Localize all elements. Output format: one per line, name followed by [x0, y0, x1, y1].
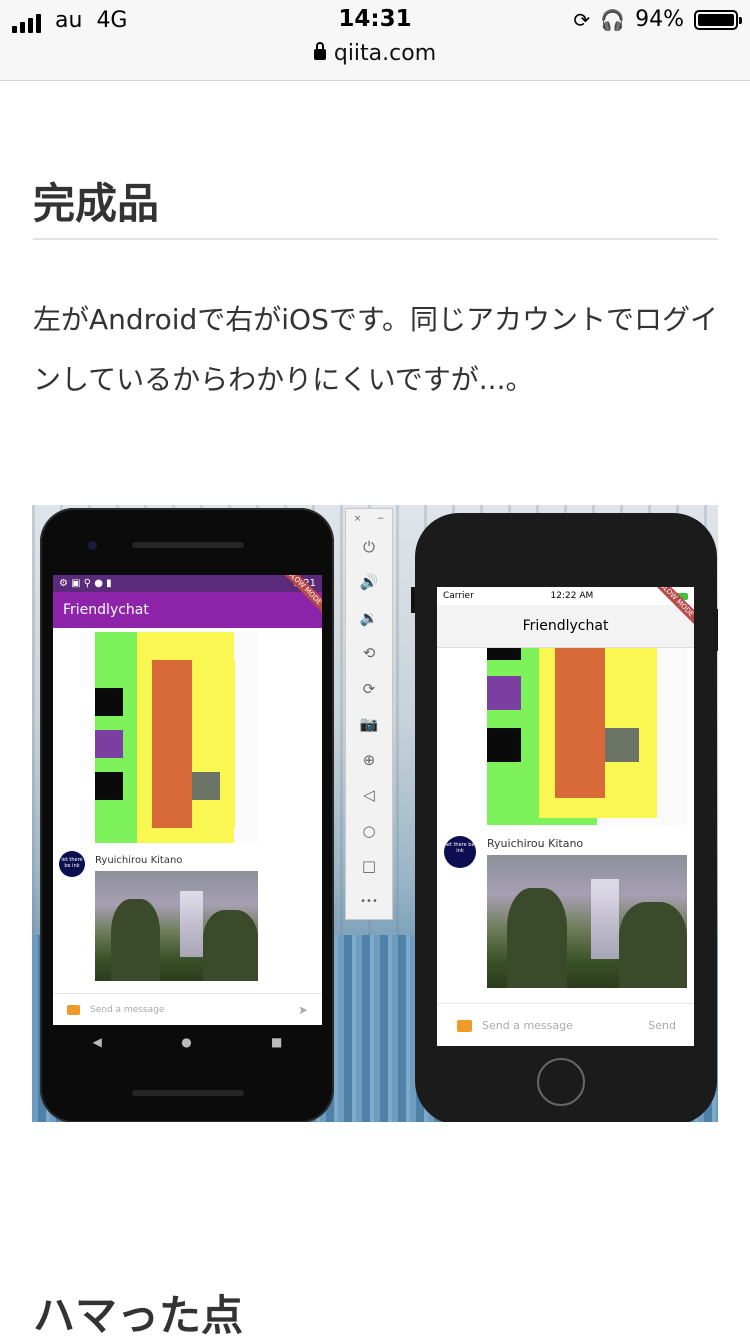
photo-waterfall [591, 878, 619, 959]
toolbar-header: × − [346, 509, 392, 529]
article-paragraph: 左がAndroidで右がiOSです。同じアカウントでログインしているからわかりに… [33, 303, 719, 396]
volume-up-icon[interactable]: 🔊 [346, 565, 392, 601]
android-sender-name: Ryuichirou Kitano [95, 855, 183, 866]
front-camera-icon [88, 541, 97, 550]
photo-waterfall [179, 890, 203, 957]
photo-cliff [507, 888, 567, 988]
home-icon[interactable]: ○ [346, 813, 392, 849]
rotate-left-icon[interactable]: ⟲ [346, 636, 392, 672]
art-black-block [95, 688, 123, 716]
android-status-bar: ⚙ ▣ ⚲ ● ▮ 3:21 [53, 575, 322, 592]
screenshot-figure: ⚙ ▣ ⚲ ● ▮ 3:21 Friendlychat SLOW MODE le… [32, 505, 718, 1122]
camera-icon[interactable] [67, 1005, 80, 1015]
address-bar[interactable]: qiita.com [0, 41, 750, 66]
android-message-input[interactable]: Send a message [90, 1005, 298, 1015]
battery-percent: 94% [635, 7, 684, 32]
iphone-shared-image [487, 648, 687, 825]
send-icon[interactable]: ➤ [298, 1003, 308, 1017]
lock-rotation-icon: ⟳ [573, 7, 591, 32]
art-gray-block [192, 772, 220, 800]
photo-cliff [111, 898, 161, 981]
android-avatar: let there be ink [59, 851, 85, 877]
art-orange-block [555, 648, 605, 798]
home-nav-icon[interactable]: ● [181, 1035, 191, 1049]
recents-nav-icon[interactable]: ■ [271, 1035, 282, 1049]
iphone-nav-bar: Friendlychat [437, 605, 694, 648]
iphone-time: 12:22 AM [550, 591, 594, 601]
android-phone: ⚙ ▣ ⚲ ● ▮ 3:21 Friendlychat SLOW MODE le… [40, 508, 334, 1122]
back-nav-icon[interactable]: ◀ [93, 1035, 102, 1049]
camera-icon[interactable]: 📷 [346, 707, 392, 743]
heading-divider [33, 238, 718, 240]
overview-icon[interactable]: □ [346, 849, 392, 885]
close-icon[interactable]: × [354, 514, 362, 524]
browser-status-bar: au 4G 14:31 ⟳ 🎧 94% qiita.com [0, 0, 750, 81]
iphone-carrier: Carrier [443, 591, 474, 601]
iphone-sender-name: Ryuichirou Kitano [487, 837, 584, 850]
iphone-avatar: let there be ink [444, 836, 476, 868]
iphone-message-input[interactable]: Send a message [482, 1019, 648, 1032]
iphone-status-bar: Carrier 12:22 AM [437, 587, 694, 605]
section-heading-done: 完成品 [33, 179, 160, 228]
android-status-icons: ⚙ ▣ ⚲ ● ▮ [59, 578, 112, 589]
more-icon[interactable]: ••• [346, 884, 392, 920]
iphone-screen: Carrier 12:22 AM Friendlychat SLOW MODE … [437, 587, 694, 1046]
emulator-toolbar: × − ⏻ 🔊 🔉 ⟲ ⟳ 📷 ⊕ ◁ ○ □ ••• [345, 508, 393, 920]
bottom-speaker-grille [132, 1090, 244, 1096]
art-black-block-2 [487, 728, 521, 762]
android-composer: Send a message ➤ [53, 993, 322, 1025]
art-black-block-2 [95, 772, 123, 800]
battery-icon [694, 9, 742, 30]
camera-icon[interactable] [457, 1019, 472, 1032]
android-app-bar: Friendlychat [53, 592, 322, 628]
android-waterfall-photo [95, 871, 258, 981]
iphone-app-title: Friendlychat [522, 618, 609, 634]
art-black-block [487, 648, 521, 660]
art-gray-block [605, 728, 639, 762]
photo-cliff-2 [619, 901, 687, 988]
art-purple-block [95, 730, 123, 758]
iphone-composer: Send a message Send [437, 1003, 694, 1046]
photo-cliff-2 [202, 909, 258, 981]
art-purple-block [487, 676, 521, 710]
rotate-right-icon[interactable]: ⟳ [346, 671, 392, 707]
speaker-grille [132, 542, 244, 548]
android-nav-bar: ◀ ● ■ [53, 1025, 322, 1059]
volume-down-icon[interactable]: 🔉 [346, 600, 392, 636]
battery-fill [698, 13, 734, 26]
android-screen: ⚙ ▣ ⚲ ● ▮ 3:21 Friendlychat SLOW MODE le… [53, 575, 322, 1025]
status-right: ⟳ 🎧 94% [573, 7, 742, 32]
headphones-icon: 🎧 [600, 7, 626, 32]
lock-icon [313, 42, 326, 60]
back-icon[interactable]: ◁ [346, 778, 392, 814]
art-yellow-block-2 [195, 660, 235, 828]
minimize-icon[interactable]: − [377, 514, 385, 524]
android-shared-image [95, 632, 258, 843]
iphone: Carrier 12:22 AM Friendlychat SLOW MODE … [415, 513, 717, 1122]
url-text: qiita.com [333, 41, 437, 66]
iphone-send-button[interactable]: Send [648, 1019, 676, 1032]
power-icon[interactable]: ⏻ [346, 529, 392, 565]
android-app-title: Friendlychat [63, 602, 149, 618]
iphone-waterfall-photo [487, 855, 687, 988]
zoom-icon[interactable]: ⊕ [346, 742, 392, 778]
art-orange-block [152, 660, 192, 828]
iphone-home-button[interactable] [537, 1058, 585, 1106]
